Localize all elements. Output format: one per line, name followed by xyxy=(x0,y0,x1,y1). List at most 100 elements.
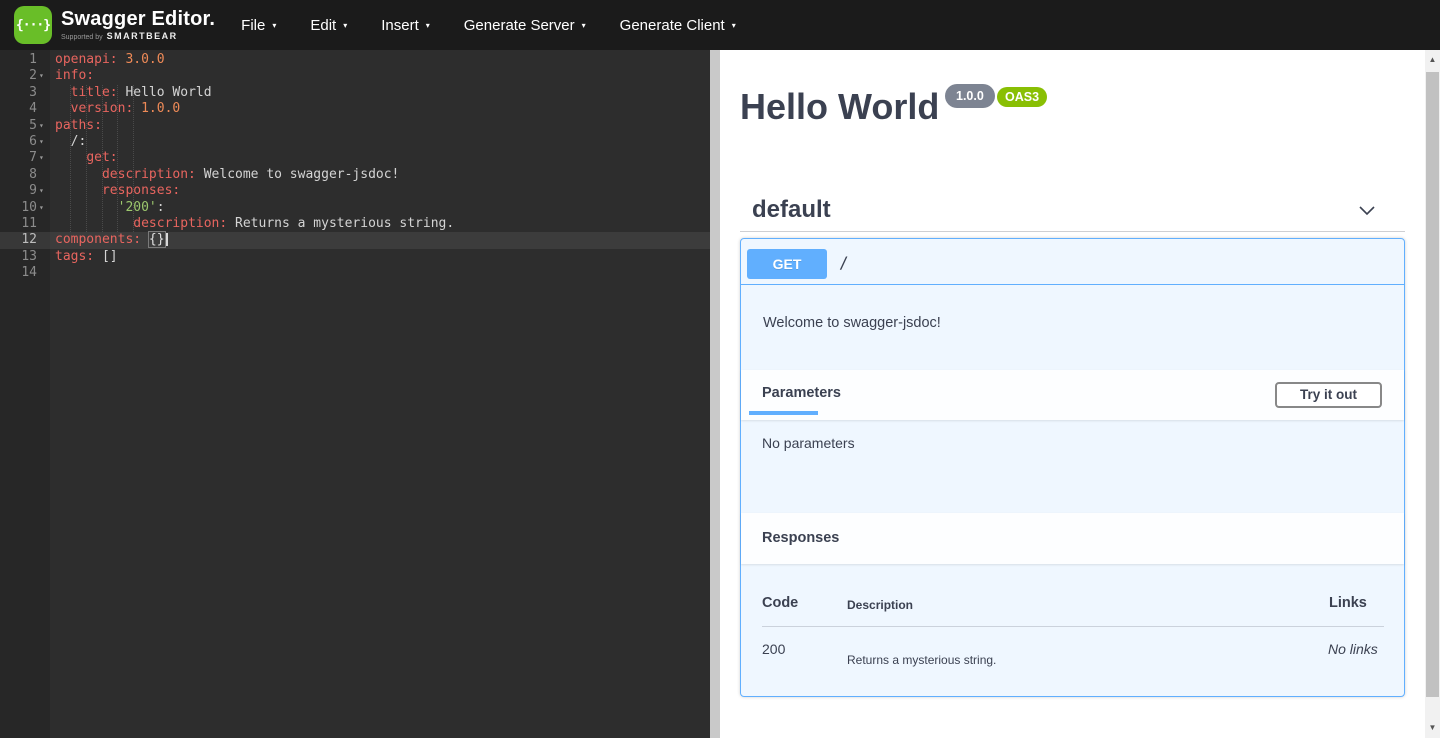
caret-down-icon: ▾ xyxy=(732,21,736,30)
menu-generate-server[interactable]: Generate Server ▾ xyxy=(464,17,586,34)
code-text: version: 1.0.0 xyxy=(50,101,180,117)
code-text: openapi: 3.0.0 xyxy=(50,52,165,68)
operation-description: Welcome to swagger-jsdoc! xyxy=(763,315,941,331)
code-line-2: 2▾info: xyxy=(0,68,710,84)
code-line-8: 8 description: Welcome to swagger-jsdoc! xyxy=(0,167,710,183)
app-title: Swagger Editor. xyxy=(61,8,215,30)
fold-arrow-icon[interactable]: ▾ xyxy=(39,150,44,166)
code-line-7: 7▾ get: xyxy=(0,150,710,166)
no-parameters-message: No parameters xyxy=(762,435,855,451)
swagger-ui-preview: Hello World 1.0.0 OAS3 default GET / Wel… xyxy=(720,50,1425,738)
code-line-5: 5▾paths: xyxy=(0,118,710,134)
code-text: info: xyxy=(50,68,94,84)
scroll-down-icon[interactable]: ▼ xyxy=(1425,720,1440,736)
menu-label: File xyxy=(241,17,265,34)
top-menu-bar: {···} Swagger Editor. Supported by SMART… xyxy=(0,0,1440,50)
code-lines: 1openapi: 3.0.02▾info:3 title: Hello Wor… xyxy=(0,52,710,281)
fold-arrow-icon[interactable]: ▾ xyxy=(39,134,44,150)
code-text xyxy=(50,265,55,281)
code-line-11: 11 description: Returns a mysterious str… xyxy=(0,216,710,232)
yaml-code-editor[interactable]: 1openapi: 3.0.02▾info:3 title: Hello Wor… xyxy=(0,50,710,738)
code-text: /: xyxy=(50,134,86,150)
text-cursor xyxy=(166,233,168,246)
code-line-10: 10▾ '200': xyxy=(0,200,710,216)
code-line-4: 4 version: 1.0.0 xyxy=(0,101,710,117)
http-method-badge: GET xyxy=(747,249,827,279)
caret-down-icon: ▾ xyxy=(582,21,586,30)
menu-label: Generate Client xyxy=(620,17,725,34)
line-number: 9▾ xyxy=(0,183,50,199)
swagger-editor-app: {···} Swagger Editor. Supported by SMART… xyxy=(0,0,1440,738)
caret-down-icon: ▾ xyxy=(343,21,347,30)
chevron-down-icon[interactable] xyxy=(1357,201,1377,221)
parameters-header: Parameters Try it out xyxy=(741,370,1404,420)
caret-down-icon: ▾ xyxy=(426,21,430,30)
fold-arrow-icon[interactable]: ▾ xyxy=(39,200,44,216)
brand: Swagger Editor. Supported by SMARTBEAR xyxy=(61,8,215,42)
line-number: 1 xyxy=(0,52,50,68)
responses-col-code: Code xyxy=(762,595,798,611)
tag-title: default xyxy=(752,196,831,224)
menu-edit[interactable]: Edit ▾ xyxy=(310,17,347,34)
opblock-summary[interactable]: GET / xyxy=(741,239,1404,285)
braces-icon: {···} xyxy=(16,18,50,33)
code-text: description: Returns a mysterious string… xyxy=(50,216,454,232)
oas3-badge: OAS3 xyxy=(997,87,1047,107)
responses-col-links: Links xyxy=(1329,595,1367,611)
operation-path: / xyxy=(839,253,849,272)
response-code: 200 xyxy=(762,641,785,657)
menu-label: Insert xyxy=(381,17,419,34)
responses-header: Responses xyxy=(741,513,1404,564)
fold-arrow-icon[interactable]: ▾ xyxy=(39,68,44,84)
code-text: tags: [] xyxy=(50,249,118,265)
tag-section-default[interactable]: default xyxy=(740,193,1405,231)
line-number: 2▾ xyxy=(0,68,50,84)
code-line-12: 12components: {} xyxy=(0,232,710,248)
pane-splitter[interactable] xyxy=(710,50,720,738)
code-text: components: {} xyxy=(50,232,168,248)
response-description: Returns a mysterious string. xyxy=(847,653,996,667)
scroll-up-icon[interactable]: ▲ xyxy=(1425,52,1440,68)
version-badge: 1.0.0 xyxy=(945,84,995,108)
scrollbar-thumb[interactable] xyxy=(1426,72,1439,697)
code-line-6: 6▾ /: xyxy=(0,134,710,150)
menu-insert[interactable]: Insert ▾ xyxy=(381,17,430,34)
code-text: paths: xyxy=(50,118,102,134)
code-text: description: Welcome to swagger-jsdoc! xyxy=(50,167,399,183)
swagger-logo-icon: {···} xyxy=(14,6,52,44)
line-number: 4 xyxy=(0,101,50,117)
opblock-get: GET / Welcome to swagger-jsdoc! Paramete… xyxy=(740,238,1405,697)
try-it-out-button[interactable]: Try it out xyxy=(1275,382,1382,408)
menu-file[interactable]: File ▾ xyxy=(241,17,276,34)
fold-arrow-icon[interactable]: ▾ xyxy=(39,183,44,199)
code-text: '200': xyxy=(50,200,165,216)
code-line-14: 14 xyxy=(0,265,710,281)
code-text: responses: xyxy=(50,183,180,199)
tag-divider xyxy=(740,231,1405,232)
brand-tagline: Supported by SMARTBEAR xyxy=(61,32,215,42)
vertical-scrollbar[interactable]: ▲ ▼ xyxy=(1425,50,1440,738)
line-number: 3 xyxy=(0,85,50,101)
code-text: get: xyxy=(50,150,118,166)
responses-table-divider xyxy=(762,626,1384,627)
line-number: 12 xyxy=(0,232,50,248)
line-number: 5▾ xyxy=(0,118,50,134)
fold-arrow-icon[interactable]: ▾ xyxy=(39,118,44,134)
code-line-1: 1openapi: 3.0.0 xyxy=(0,52,710,68)
menu-bar: File▾Edit▾Insert▾Generate Server▾Generat… xyxy=(241,17,736,34)
tagline-smartbear: SMARTBEAR xyxy=(107,32,178,42)
responses-col-description: Description xyxy=(847,598,913,612)
line-number: 7▾ xyxy=(0,150,50,166)
line-number: 13 xyxy=(0,249,50,265)
tab-parameters[interactable]: Parameters xyxy=(762,385,841,401)
tab-active-indicator xyxy=(749,411,818,415)
line-number: 11 xyxy=(0,216,50,232)
response-links: No links xyxy=(1328,641,1378,657)
line-number: 14 xyxy=(0,265,50,281)
menu-generate-client[interactable]: Generate Client ▾ xyxy=(620,17,736,34)
menu-label: Edit xyxy=(310,17,336,34)
menu-label: Generate Server xyxy=(464,17,575,34)
line-number: 8 xyxy=(0,167,50,183)
code-line-9: 9▾ responses: xyxy=(0,183,710,199)
caret-down-icon: ▾ xyxy=(272,21,276,30)
